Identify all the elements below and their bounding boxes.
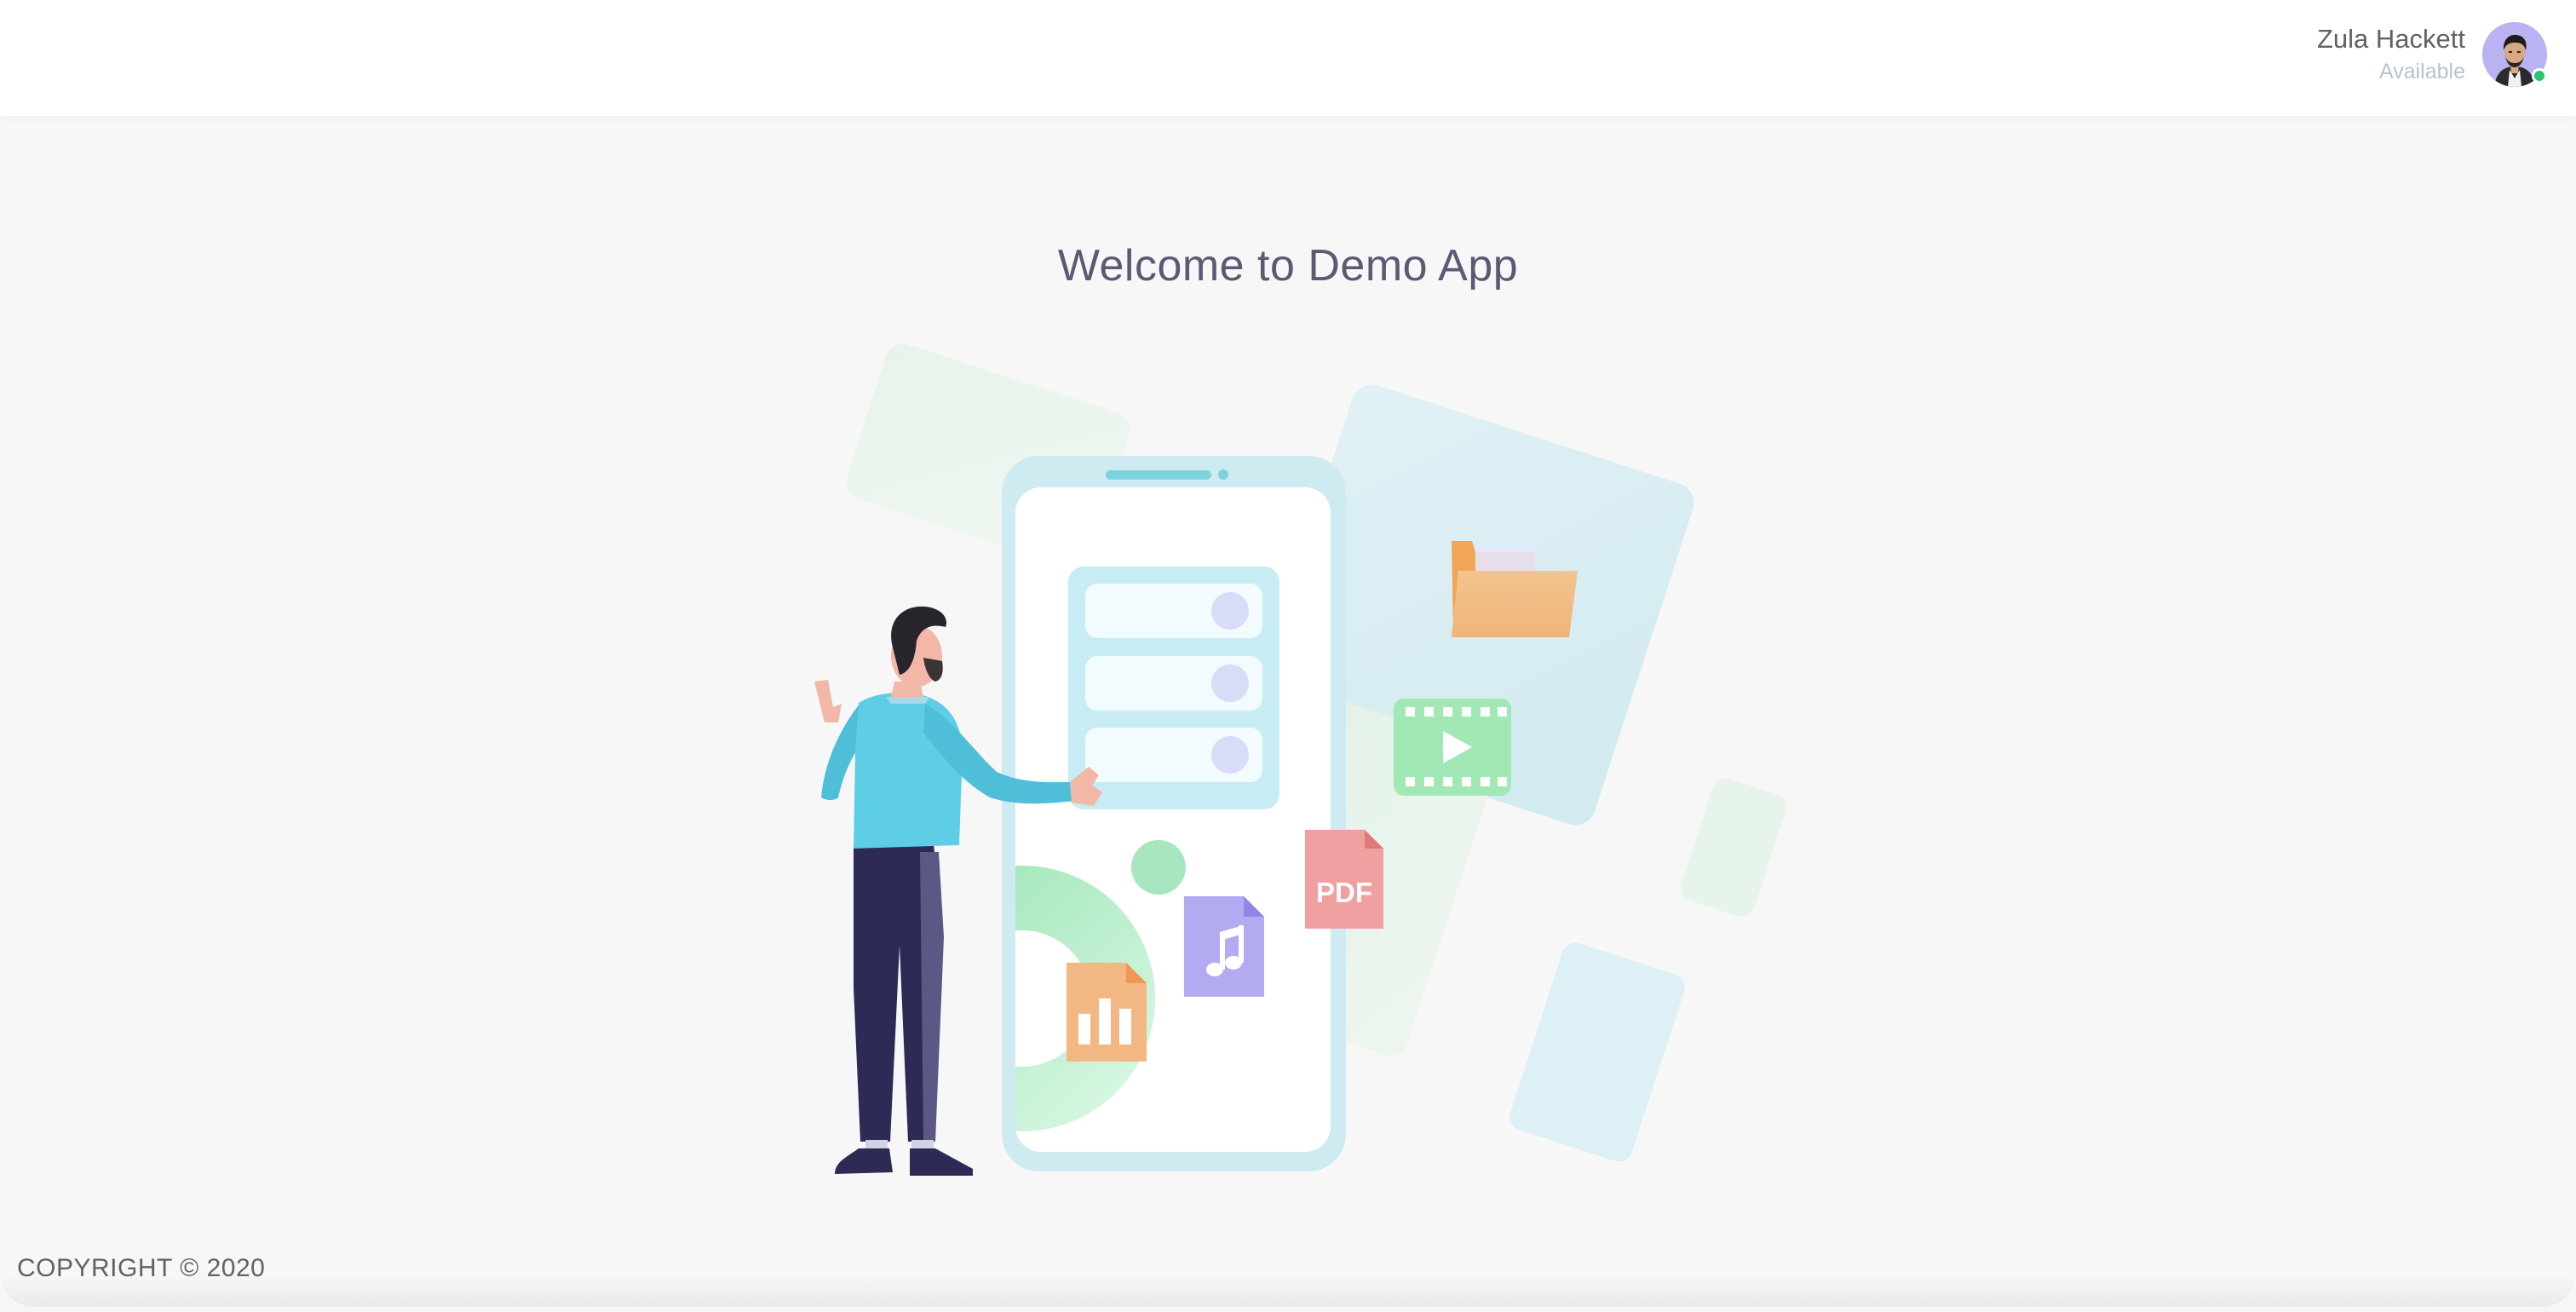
chart-file-icon	[1067, 963, 1147, 1062]
top-navbar: Zula Hackett Available	[0, 0, 2576, 116]
pdf-label: PDF	[1316, 877, 1372, 908]
avatar[interactable]	[2482, 22, 2547, 87]
video-icon	[1394, 699, 1511, 796]
copyright-text: COPYRIGHT © 2020	[17, 1254, 266, 1282]
footer-divider	[0, 1273, 2576, 1307]
user-status: Available	[2378, 60, 2465, 83]
footer	[0, 1261, 2576, 1312]
user-menu[interactable]: Zula Hackett Available	[2317, 20, 2547, 89]
user-name[interactable]: Zula Hackett	[2317, 22, 2465, 56]
music-file-icon	[1184, 896, 1264, 997]
online-status-dot	[2532, 68, 2547, 83]
welcome-illustration: PDF	[814, 343, 1786, 1176]
welcome-title: Welcome to Demo App	[1057, 241, 1519, 291]
user-info[interactable]: Zula Hackett Available	[2317, 22, 2465, 87]
phone-graphic	[1002, 456, 1346, 1171]
pdf-file-icon: PDF	[1305, 830, 1383, 929]
